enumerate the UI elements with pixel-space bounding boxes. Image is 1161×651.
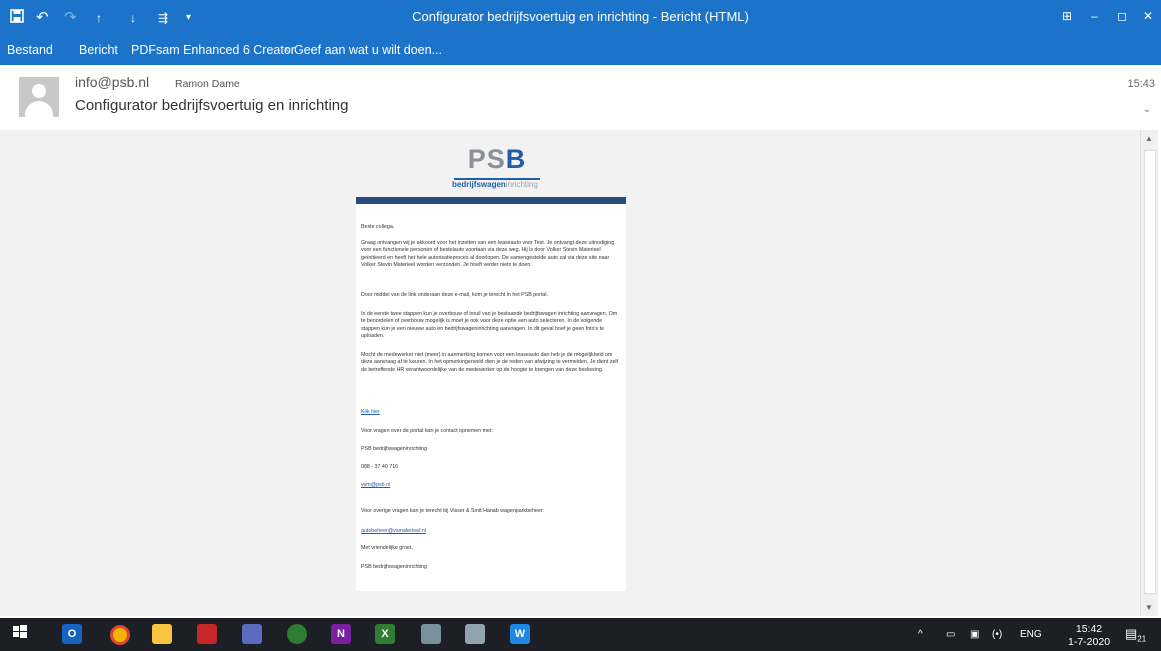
scrollbar[interactable]: ▲ ▼ <box>1140 130 1158 616</box>
scroll-up-icon[interactable]: ▲ <box>1145 134 1153 143</box>
chrome-icon[interactable] <box>110 625 130 645</box>
show-hidden-icons[interactable]: ^ <box>918 629 923 640</box>
network-app-icon[interactable] <box>242 624 262 644</box>
message-card: Beste collega, Graag ontvangen wij je ak… <box>356 204 626 591</box>
word-icon[interactable]: W <box>510 624 530 644</box>
excel-icon[interactable]: X <box>375 624 395 644</box>
psb-logo: PSB bedrijfswageninrichting <box>452 144 542 194</box>
sender[interactable]: info@psb.nl <box>75 74 149 90</box>
scrollbar-track[interactable] <box>1144 150 1156 594</box>
outlook-icon[interactable]: O <box>62 624 82 644</box>
minimize-icon[interactable]: – <box>1091 9 1098 23</box>
volume-icon[interactable]: (•) <box>992 629 1002 640</box>
onenote-icon[interactable]: N <box>331 624 351 644</box>
tell-me-search[interactable]: Geef aan wat u wilt doen... <box>294 43 442 57</box>
header-bar <box>356 197 626 204</box>
clock[interactable]: 15:42 1-7-2020 <box>1068 623 1110 649</box>
contact-intro: Voor vragen over de portal kan je contac… <box>361 428 493 434</box>
logo-text: PSB <box>467 144 527 174</box>
klik-hier-link[interactable]: Klik hier <box>361 409 619 416</box>
network-icon[interactable]: ▣ <box>970 629 979 640</box>
other-questions: Voor overige vragen kan je terecht bij V… <box>361 508 545 514</box>
explorer-icon[interactable] <box>152 624 172 644</box>
avatar-body <box>25 101 53 117</box>
title-bar: ↶ ↷ ↑ ↓ ⇶ ▾ Configurator bedrijfsvoertui… <box>0 0 1161 37</box>
paragraph-1: Graag ontvangen wij je akkoord voor het … <box>361 240 615 269</box>
tab-pdfsam[interactable]: PDFsam Enhanced 6 Creator <box>131 43 295 57</box>
recipient[interactable]: Ramon Dame <box>175 78 240 90</box>
paragraph-4: Mocht de medewerker niet (meer) in aanme… <box>361 352 619 373</box>
clock-date: 1-7-2020 <box>1068 636 1111 648</box>
app-red-icon[interactable] <box>197 624 217 644</box>
clock-time: 15:42 <box>1075 623 1103 635</box>
message-subject: Configurator bedrijfsvoertuig en inricht… <box>75 97 349 114</box>
maximize-icon[interactable]: ◻ <box>1117 9 1127 23</box>
paragraph-3: In de eerste twee stappen kun je overbou… <box>361 311 618 340</box>
paragraph-2: Door middel van de link onderaan deze e-… <box>361 292 548 298</box>
ribbon: Bestand Bericht PDFsam Enhanced 6 Creato… <box>0 37 1161 65</box>
contact-phone: 088 - 37 40 716 <box>361 464 399 470</box>
start-icon[interactable] <box>10 624 30 644</box>
greeting: Beste collega, <box>361 224 395 230</box>
contact-email-link[interactable]: vsm@psb.nl <box>361 482 619 489</box>
avatar <box>19 77 59 117</box>
tab-bestand[interactable]: Bestand <box>7 43 53 57</box>
signature: PSB bedrijfswageninrichting <box>361 564 427 570</box>
taskbar: O N X W ^ ▭ ▣ (•) ENG 15:42 1-7-2020 ▤21 <box>0 618 1161 651</box>
lightbulb-icon: ♁ <box>282 43 292 57</box>
contact-name: PSB bedrijfswageninrichting <box>361 446 427 452</box>
tab-bericht[interactable]: Bericht <box>79 43 118 57</box>
notification-count: 21 <box>1137 634 1147 644</box>
ribbon-display-icon[interactable]: ⊞ <box>1062 9 1072 23</box>
closing: Met vriendelijke groet, <box>361 545 413 551</box>
language-indicator[interactable]: ENG <box>1020 629 1042 640</box>
avatar-head <box>32 84 46 98</box>
green-app-icon[interactable] <box>287 624 307 644</box>
scroll-down-icon[interactable]: ▼ <box>1145 603 1153 612</box>
expand-header-icon[interactable]: ⌄ <box>1143 104 1151 115</box>
app-pencil-icon[interactable] <box>465 624 485 644</box>
window-title: Configurator bedrijfsvoertuig en inricht… <box>412 9 749 24</box>
notifications-icon[interactable]: ▤21 <box>1125 626 1146 644</box>
logo-subtitle: bedrijfswageninrichting <box>452 180 538 189</box>
battery-icon[interactable]: ▭ <box>946 629 955 640</box>
message-time: 15:43 <box>1127 78 1155 90</box>
app-gear-icon[interactable] <box>421 624 441 644</box>
autobeheer-email-link[interactable]: autobeheer@vsmaterieel.nl <box>361 528 619 535</box>
close-icon[interactable]: ✕ <box>1143 9 1153 23</box>
